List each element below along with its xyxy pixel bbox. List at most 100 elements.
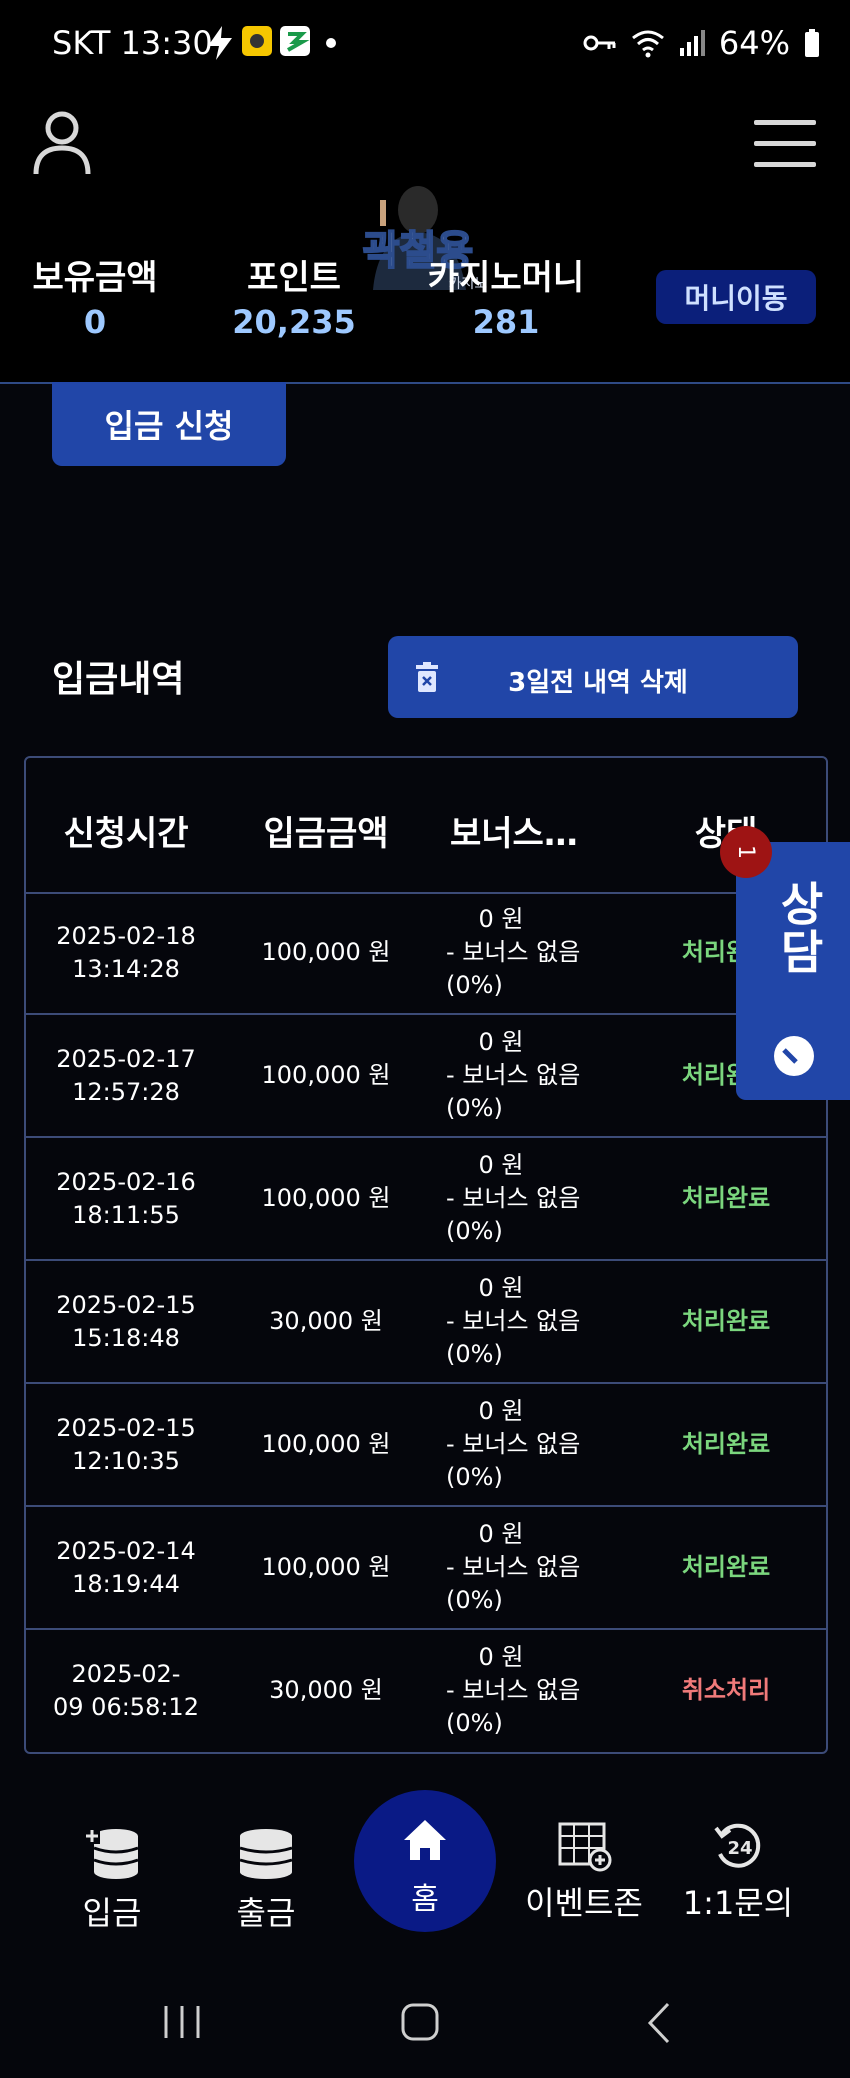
row-bonus-amount: 0 원 xyxy=(478,1151,524,1179)
row-bonus-desc: - 보너스 없음 xyxy=(446,1307,581,1335)
row-time-date: 2025-02-14 xyxy=(56,1536,196,1565)
hamburger-menu-icon[interactable] xyxy=(754,120,816,168)
table-row: 2025-02-16 18:11:55 100,000 원 0 원 - 보너스 없음… xyxy=(26,1138,826,1261)
system-nav-bar xyxy=(0,1960,850,2078)
home-icon xyxy=(404,1820,446,1860)
row-bonus-amount: 0 원 xyxy=(478,1397,524,1425)
nav-withdraw[interactable]: 출금 xyxy=(196,1826,336,1934)
row-time-date: 2025-02- xyxy=(71,1659,181,1688)
table-row: 2025-02-18 13:14:28 100,000 원 0 원 - 보너스 없음… xyxy=(26,892,826,1015)
row-time-date: 2025-02-15 xyxy=(56,1290,196,1319)
row-bonus-amount: 0 원 xyxy=(478,1643,524,1671)
status-right: 64% xyxy=(583,24,820,62)
user-profile-icon[interactable] xyxy=(32,110,92,176)
chat-bubble-icon xyxy=(774,1036,814,1076)
row-bonus-desc: - 보너스 없음 xyxy=(446,1430,581,1458)
status-time: SKT 13:30 xyxy=(52,24,213,62)
signal-icon xyxy=(679,30,705,56)
notification-app-icon xyxy=(242,26,272,56)
nav-deposit-label: 입금 xyxy=(82,1894,142,1932)
deposit-history-table: 신청시간 입금금액 보너스… 상태 2025-02-18 13:14:28 100… xyxy=(24,756,828,1754)
nav-event[interactable]: 이벤트존 xyxy=(514,1820,654,1924)
row-time-clock: 13:14:28 xyxy=(72,954,180,983)
more-notifications-dot-icon xyxy=(326,38,336,48)
bank-app-icon xyxy=(280,26,310,56)
row-bonus-rate: (0%) xyxy=(446,1340,503,1368)
col-bonus: 보너스… xyxy=(450,814,578,854)
charging-bolt-icon xyxy=(208,26,232,60)
table-row: 2025-02-15 12:10:35 100,000 원 0 원 - 보너스 없음… xyxy=(26,1384,826,1507)
home-system-icon[interactable] xyxy=(400,2002,440,2042)
back-icon[interactable] xyxy=(646,2002,674,2044)
notification-badge: 1 xyxy=(720,826,772,878)
row-amount: 30,000 원 xyxy=(269,1307,383,1335)
point-value: 20,235 xyxy=(232,303,356,341)
status-bar: SKT 13:30 64% xyxy=(0,0,850,90)
col-amount: 입금금액 xyxy=(263,814,389,854)
row-bonus-rate: (0%) xyxy=(446,971,503,999)
nav-inquiry[interactable]: 24 1:1문의 xyxy=(668,1820,808,1924)
battery-icon xyxy=(805,29,819,57)
nav-withdraw-label: 출금 xyxy=(236,1894,296,1932)
consult-label: 상담 xyxy=(772,880,826,976)
deposit-request-button[interactable]: 입금 신청 xyxy=(52,382,286,466)
row-status: 취소처리 xyxy=(681,1676,771,1704)
wifi-icon xyxy=(631,30,664,58)
holding-value: 0 xyxy=(83,303,107,341)
delete-history-label: 3일전 내역 삭제 xyxy=(508,668,688,698)
row-status: 처리완료 xyxy=(681,1184,771,1212)
delete-history-button[interactable]: 3일전 내역 삭제 xyxy=(388,636,798,718)
coins-stack-icon xyxy=(239,1829,293,1879)
row-status: 처리완료 xyxy=(681,1307,771,1335)
coins-plus-icon xyxy=(84,1828,139,1879)
holding-label: 보유금액 xyxy=(32,258,158,298)
calendar-plus-icon xyxy=(558,1822,612,1872)
vpn-key-icon xyxy=(583,35,616,51)
row-bonus-desc: - 보너스 없음 xyxy=(446,1184,581,1212)
row-bonus-rate: (0%) xyxy=(446,1709,503,1737)
nav-deposit[interactable]: 입금 xyxy=(42,1826,182,1934)
nav-inquiry-label: 1:1문의 xyxy=(682,1884,794,1922)
row-status: 처리완료 xyxy=(681,1430,771,1458)
consult-tab[interactable]: 상담 xyxy=(736,842,850,1100)
row-bonus-rate: (0%) xyxy=(446,1217,503,1245)
row-bonus-rate: (0%) xyxy=(446,1463,503,1491)
row-time-clock: 15:18:48 xyxy=(72,1323,180,1352)
row-amount: 100,000 원 xyxy=(261,1184,391,1212)
table-row: 2025-02-15 15:18:48 30,000 원 0 원 - 보너스 없음 (… xyxy=(26,1261,826,1384)
row-bonus-amount: 0 원 xyxy=(478,1028,524,1056)
row-amount: 100,000 원 xyxy=(261,1430,391,1458)
svg-text:24: 24 xyxy=(727,1838,752,1859)
nav-home-button[interactable]: 홈 xyxy=(354,1790,496,1932)
casino-money-value: 281 xyxy=(472,303,540,341)
battery-percent: 64% xyxy=(718,24,790,62)
row-bonus-amount: 0 원 xyxy=(478,1274,524,1302)
app-header: 곽철용 카지노 보유금액 0 포인트 20,235 카지노머니 281 머니이동 xyxy=(0,90,850,384)
row-time-clock: 18:19:44 xyxy=(72,1569,180,1598)
row-time-clock: 09 06:58:12 xyxy=(53,1692,199,1721)
row-bonus-desc: - 보너스 없음 xyxy=(446,938,581,966)
money-move-button[interactable]: 머니이동 xyxy=(656,270,816,324)
nav-event-label: 이벤트존 xyxy=(525,1884,643,1922)
table-row: 2025-02- 09 06:58:12 30,000 원 0 원 - 보너스 없음… xyxy=(26,1630,826,1751)
recent-apps-icon[interactable] xyxy=(162,2004,202,2040)
row-time-clock: 12:10:35 xyxy=(72,1446,180,1475)
row-bonus-rate: (0%) xyxy=(446,1094,503,1122)
row-bonus-amount: 0 원 xyxy=(478,905,524,933)
row-amount: 100,000 원 xyxy=(261,938,391,966)
table-row: 2025-02-17 12:57:28 100,000 원 0 원 - 보너스 없음… xyxy=(26,1015,826,1138)
casino-money-label: 카지노머니 xyxy=(427,258,585,298)
casino-money-balance: 카지노머니 281 xyxy=(420,250,592,341)
row-time-clock: 12:57:28 xyxy=(72,1077,180,1106)
row-status: 처리완료 xyxy=(681,1553,771,1581)
row-time-date: 2025-02-15 xyxy=(56,1413,196,1442)
table-header: 신청시간 입금금액 보너스… 상태 xyxy=(26,758,826,894)
support-24-icon: 24 xyxy=(714,1823,761,1868)
row-amount: 100,000 원 xyxy=(261,1061,391,1089)
row-time-date: 2025-02-18 xyxy=(56,921,196,950)
row-time-date: 2025-02-17 xyxy=(56,1044,196,1073)
row-bonus-desc: - 보너스 없음 xyxy=(446,1676,581,1704)
row-bonus-desc: - 보너스 없음 xyxy=(446,1061,581,1089)
holding-balance: 보유금액 0 xyxy=(30,250,160,341)
col-request-time: 신청시간 xyxy=(63,814,189,854)
